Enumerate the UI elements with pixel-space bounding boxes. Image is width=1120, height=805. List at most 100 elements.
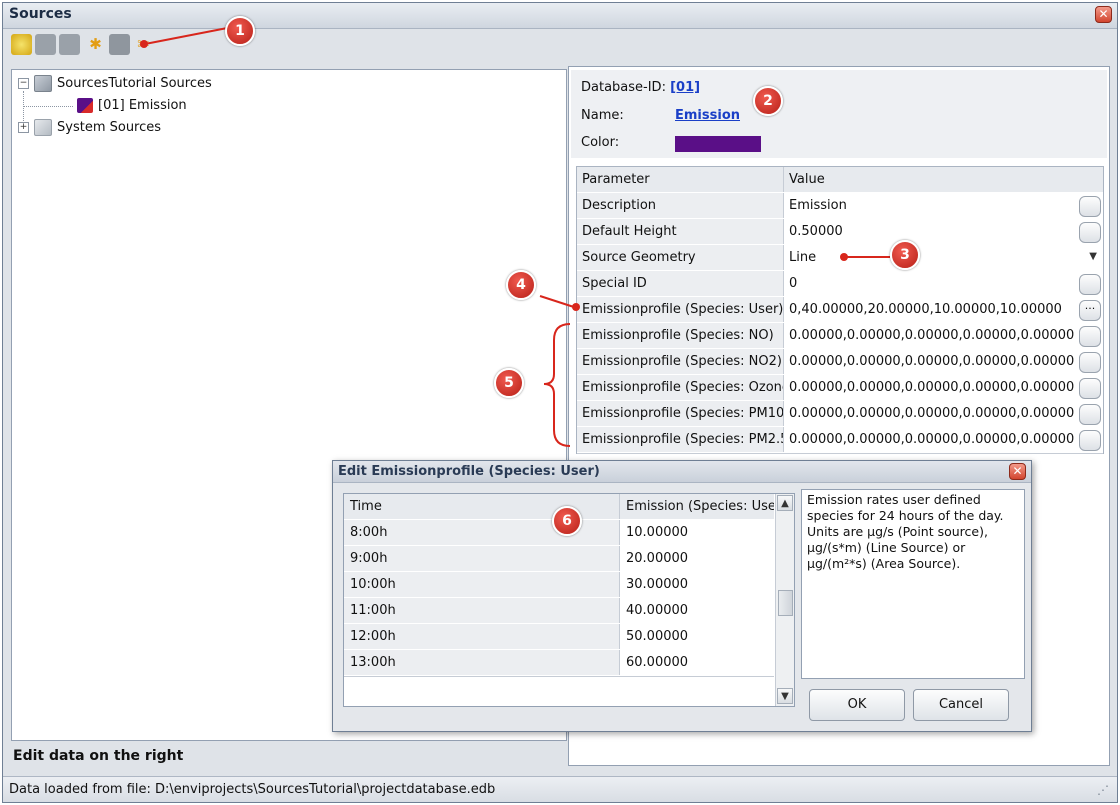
name-link[interactable]: Emission	[675, 108, 740, 123]
resize-grip-icon[interactable]: ⋰	[1097, 783, 1109, 797]
header-parameter: Parameter	[577, 167, 784, 192]
callout-marker-1: 1	[225, 16, 255, 46]
edit-button[interactable]	[1079, 222, 1101, 243]
value-cell[interactable]: 0.00000,0.00000,0.00000,0.00000,0.00000	[784, 349, 1103, 374]
value-cell[interactable]: 0.00000,0.00000,0.00000,0.00000,0.00000	[784, 375, 1103, 400]
edit-emissionprofile-dialog: Edit Emissionprofile (Species: User) ✕ T…	[332, 460, 1032, 732]
emission-cell[interactable]: 10.00000	[620, 520, 774, 545]
camera-icon[interactable]	[109, 34, 130, 55]
value-cell[interactable]: Emission	[784, 193, 1103, 218]
close-icon[interactable]: ✕	[1095, 6, 1112, 23]
scroll-up-icon[interactable]: ▲	[777, 495, 793, 511]
tree-node-emission[interactable]: [01] Emission	[77, 96, 187, 116]
callout-line	[845, 256, 890, 258]
value-cell[interactable]: 0.00000,0.00000,0.00000,0.00000,0.00000	[784, 323, 1103, 348]
callout-dot	[572, 303, 580, 311]
collapse-icon[interactable]: −	[18, 78, 29, 89]
param-cell: Emissionprofile (Species: NO2)	[577, 349, 784, 374]
edit-button[interactable]	[1079, 430, 1101, 451]
title-bar: Sources ✕	[3, 3, 1117, 29]
callout-marker-3: 3	[890, 240, 920, 270]
db-id-link[interactable]: [01]	[670, 80, 700, 95]
edit-button[interactable]	[1079, 274, 1101, 295]
callout-brace	[543, 323, 571, 447]
table-row[interactable]: 12:00h 50.00000	[344, 624, 774, 651]
folder-icon[interactable]	[35, 34, 56, 55]
tree-line	[23, 106, 73, 107]
time-cell: 11:00h	[344, 598, 620, 623]
color-swatch[interactable]	[675, 136, 761, 152]
description-box: Emission rates user defined species for …	[801, 489, 1025, 679]
dropdown-arrow-icon[interactable]: ▼	[1089, 251, 1097, 262]
grid-row[interactable]: Emissionprofile (Species: NO2) 0.00000,0…	[577, 349, 1103, 376]
expand-icon[interactable]: +	[18, 122, 29, 133]
status-text: Data loaded from file: D:\enviprojects\S…	[9, 782, 496, 797]
emission-cell[interactable]: 20.00000	[620, 546, 774, 571]
cancel-button[interactable]: Cancel	[913, 689, 1009, 721]
window-title: Sources	[9, 6, 72, 22]
star-icon[interactable]: ✱	[85, 34, 106, 55]
callout-marker-2: 2	[753, 86, 783, 116]
table-row[interactable]: 9:00h 20.00000	[344, 546, 774, 573]
callout-marker-4: 4	[506, 270, 536, 300]
param-cell: Source Geometry	[577, 245, 784, 270]
table-row[interactable]: 11:00h 40.00000	[344, 598, 774, 625]
callout-marker-5: 5	[494, 368, 524, 398]
value-cell[interactable]: 0.00000,0.00000,0.00000,0.00000,0.00000	[784, 427, 1103, 452]
emission-cell[interactable]: 50.00000	[620, 624, 774, 649]
tree-node-label: System Sources	[57, 120, 162, 135]
grid-row[interactable]: Emissionprofile (Species: PM2.5 0.00000,…	[577, 427, 1103, 454]
table-row[interactable]: 10:00h 30.00000	[344, 572, 774, 599]
param-cell: Emissionprofile (Species: NO)	[577, 323, 784, 348]
emission-cell[interactable]: 30.00000	[620, 572, 774, 597]
database-icon	[34, 119, 52, 136]
value-cell[interactable]: 0,40.00000,20.00000,10.00000,10.00000	[784, 297, 1103, 322]
scroll-down-icon[interactable]: ▼	[777, 688, 793, 704]
scroll-thumb[interactable]	[778, 590, 793, 616]
toolbar: ✱ ✂	[9, 31, 189, 59]
folder-icon[interactable]	[59, 34, 80, 55]
edit-button[interactable]	[1079, 326, 1101, 347]
value-cell[interactable]: 0.50000	[784, 219, 1103, 244]
source-info: Database-ID: [01] Name: Emission Color:	[571, 70, 1107, 158]
tree-node-root[interactable]: − SourcesTutorial Sources	[18, 74, 212, 94]
tree-node-label: SourcesTutorial Sources	[57, 76, 212, 91]
time-cell: 10:00h	[344, 572, 620, 597]
emission-cell[interactable]: 60.00000	[620, 650, 774, 675]
emission-cell[interactable]: 40.00000	[620, 598, 774, 623]
dialog-title-bar: Edit Emissionprofile (Species: User) ✕	[333, 461, 1031, 483]
close-icon[interactable]: ✕	[1009, 463, 1026, 480]
edit-button[interactable]	[1079, 352, 1101, 373]
parameter-grid: Parameter Value Description Emission Def…	[576, 166, 1104, 454]
param-cell: Description	[577, 193, 784, 218]
value-cell[interactable]: Line	[784, 245, 1103, 270]
grid-row[interactable]: Emissionprofile (Species: PM10 0.00000,0…	[577, 401, 1103, 428]
grid-row[interactable]: Emissionprofile (Species: NO) 0.00000,0.…	[577, 323, 1103, 350]
value-cell[interactable]: 0.00000,0.00000,0.00000,0.00000,0.00000	[784, 401, 1103, 426]
value-cell[interactable]: 0	[784, 271, 1103, 296]
edit-button[interactable]	[1079, 404, 1101, 425]
edit-button[interactable]	[1079, 378, 1101, 399]
callout-dot	[140, 40, 148, 48]
dialog-title: Edit Emissionprofile (Species: User)	[338, 464, 600, 479]
tree-node-system[interactable]: + System Sources	[18, 118, 161, 138]
time-cell: 9:00h	[344, 546, 620, 571]
db-id-label: Database-ID: [01]	[581, 80, 701, 95]
grid-row[interactable]: Emissionprofile (Species: User) 0,40.000…	[577, 297, 1103, 324]
grid-row[interactable]: Emissionprofile (Species: Ozone 0.00000,…	[577, 375, 1103, 402]
grid-row[interactable]: Special ID 0	[577, 271, 1103, 298]
status-bar: Data loaded from file: D:\enviprojects\S…	[3, 776, 1117, 802]
vertical-scrollbar[interactable]: ▲ ▼	[775, 494, 794, 706]
param-cell: Emissionprofile (Species: PM2.5	[577, 427, 784, 452]
name-label: Name:	[581, 108, 624, 123]
param-cell: Default Height	[577, 219, 784, 244]
database-icon[interactable]	[11, 34, 32, 55]
header-emission: Emission (Species: User)	[620, 494, 774, 519]
grid-row[interactable]: Description Emission	[577, 193, 1103, 220]
edit-button[interactable]	[1079, 196, 1101, 217]
ellipsis-button[interactable]: ···	[1079, 300, 1101, 321]
ok-button[interactable]: OK	[809, 689, 905, 721]
table-row[interactable]: 13:00h 60.00000	[344, 650, 774, 677]
grid-row[interactable]: Default Height 0.50000	[577, 219, 1103, 246]
source-icon	[77, 98, 93, 113]
